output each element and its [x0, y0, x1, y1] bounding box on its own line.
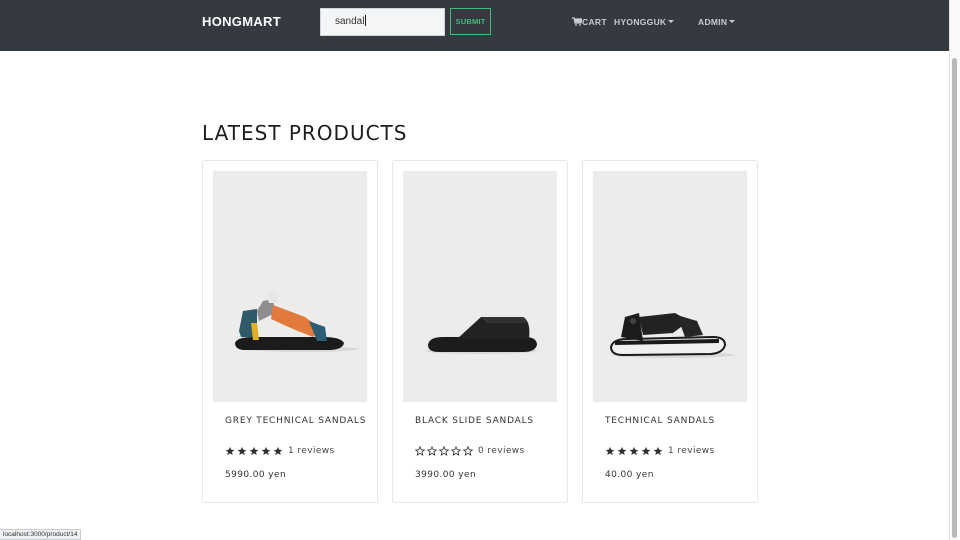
caret-down-icon: [729, 20, 736, 23]
scrollbar-thumb[interactable]: [952, 58, 957, 538]
star-icon: [273, 446, 283, 456]
nav-admin-dropdown[interactable]: ADMIN: [698, 17, 736, 27]
navbar: HONGMART sandal SUBMIT CART HYONGGUK ADM…: [0, 0, 949, 51]
brand-logo[interactable]: HONGMART: [202, 14, 281, 29]
review-count: 1 reviews: [288, 446, 335, 456]
product-card[interactable]: TECHNICAL SANDALS 1 reviews 40.00 yen: [582, 160, 758, 503]
star-icon: [261, 446, 271, 456]
star-icon: [641, 446, 651, 456]
product-price: 3990.00 yen: [415, 470, 477, 480]
nav-user-dropdown[interactable]: HYONGGUK: [614, 17, 675, 27]
product-title[interactable]: GREY TECHNICAL SANDALS: [225, 416, 366, 426]
product-card[interactable]: BLACK SLIDE SANDALS 0 reviews 3990.00 ye…: [392, 160, 568, 503]
search-input[interactable]: sandal: [320, 8, 445, 36]
slide-sandal-illustration: [425, 317, 537, 354]
nav-cart-link[interactable]: CART: [572, 17, 607, 27]
star-outline-icon: [439, 446, 449, 456]
star-outline-icon: [463, 446, 473, 456]
technical-sandal-illustration: [609, 313, 735, 358]
caret-down-icon: [668, 20, 675, 23]
review-count: 1 reviews: [668, 446, 715, 456]
product-card[interactable]: GREY TECHNICAL SANDALS 1 reviews 5990.00…: [202, 160, 378, 503]
product-rating: 1 reviews: [605, 446, 715, 456]
product-rating: 1 reviews: [225, 446, 335, 456]
product-image[interactable]: [593, 171, 747, 402]
sandal-illustration: [235, 291, 359, 352]
star-icon: [237, 446, 247, 456]
star-rating: [225, 446, 285, 456]
nav-user-label: HYONGGUK: [614, 17, 667, 27]
star-outline-icon: [451, 446, 461, 456]
product-image[interactable]: [403, 171, 557, 402]
star-icon: [653, 446, 663, 456]
search-input-value: sandal: [335, 16, 365, 27]
product-image[interactable]: [213, 171, 367, 402]
text-cursor: [365, 15, 367, 26]
star-icon: [629, 446, 639, 456]
link-status-bar: localhost:3000/product/14: [0, 529, 82, 540]
product-price: 40.00 yen: [605, 470, 654, 480]
nav-admin-label: ADMIN: [698, 17, 728, 27]
star-outline-icon: [415, 446, 425, 456]
cart-icon: [572, 17, 583, 26]
star-icon: [605, 446, 615, 456]
star-icon: [225, 446, 235, 456]
star-icon: [617, 446, 627, 456]
page-title: LATEST PRODUCTS: [202, 121, 408, 145]
review-count: 0 reviews: [478, 446, 525, 456]
submit-button[interactable]: SUBMIT: [450, 8, 491, 35]
star-rating: [415, 446, 475, 456]
star-outline-icon: [427, 446, 437, 456]
product-title[interactable]: TECHNICAL SANDALS: [605, 416, 715, 426]
star-icon: [249, 446, 259, 456]
star-rating: [605, 446, 665, 456]
product-title[interactable]: BLACK SLIDE SANDALS: [415, 416, 534, 426]
product-price: 5990.00 yen: [225, 470, 287, 480]
product-rating: 0 reviews: [415, 446, 525, 456]
nav-cart-label: CART: [582, 17, 607, 27]
